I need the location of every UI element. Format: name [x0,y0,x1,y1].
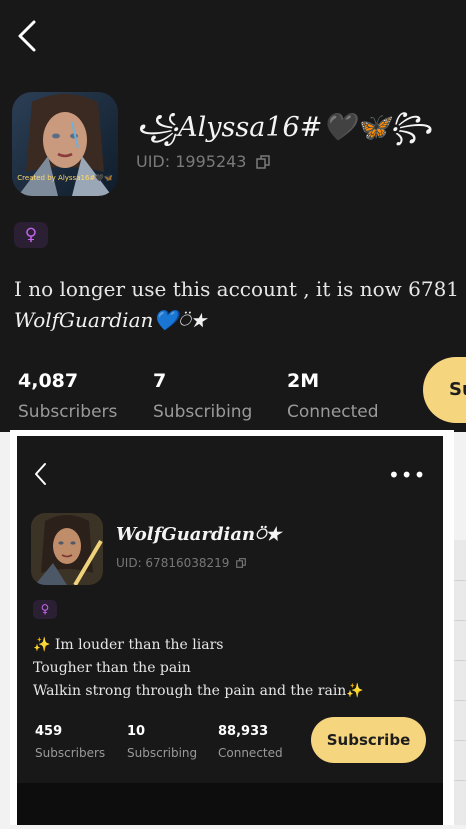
stat-value: 7 [153,370,167,392]
stat-label: Subscribers [35,746,106,760]
bio-line-3: Walkin strong through the pain and the r… [33,683,364,699]
background-panel [454,540,466,825]
stat-label: Subscribing [153,402,253,422]
stat-subscribing[interactable]: 7 Subscribing [153,370,252,422]
subscribe-button[interactable]: Su [423,357,466,423]
back-arrow-icon[interactable] [32,461,50,487]
user-id: UID: 67816038219 [116,556,247,571]
bio-line-2: Tougher than the pain [33,660,191,676]
stat-label: Connected [287,402,379,422]
bio-line-2: WolfGuardian💙⍥★ [14,308,207,332]
username: WolfGuardian⍥★ [116,524,281,545]
stat-value: 10 [127,724,146,739]
female-icon: ♀ [14,222,48,248]
bio-line-1: I no longer use this account , it is now… [14,277,460,301]
stat-subscribing[interactable]: 10 Subscribing [127,724,197,760]
copy-icon[interactable] [236,557,247,571]
bio-line-1: ✨ Im louder than the liars [33,637,224,653]
more-icon[interactable]: ••• [388,463,426,487]
avatar-caption: Created by Alyssa16#🖤🦋 [17,174,113,182]
stat-label: Subscribers [18,402,118,422]
avatar[interactable] [31,513,103,585]
user-id-text: UID: 67816038219 [116,556,230,570]
stat-label: Connected [218,746,283,760]
back-arrow-icon[interactable] [14,18,44,54]
user-id: UID: 1995243 [136,152,270,173]
stat-subscribers[interactable]: 459 Subscribers [35,724,105,760]
stat-subscribers[interactable]: 4,087 Subscribers [18,370,117,422]
main-profile-screen: Created by Alyssa16#🖤🦋 ꧁Alyssa16#🖤🦋꧂ UID… [0,0,466,432]
female-icon: ♀ [33,600,57,619]
stat-label: Subscribing [127,746,198,760]
stat-value: 88,933 [218,724,269,739]
stat-connected[interactable]: 2M Connected [287,370,379,422]
stat-value: 459 [35,724,63,739]
user-id-text: UID: 1995243 [136,152,247,171]
avatar[interactable]: Created by Alyssa16#🖤🦋 [12,92,118,196]
stat-value: 2M [287,370,320,392]
stat-value: 4,087 [18,370,79,392]
copy-icon[interactable] [255,154,270,173]
subscribe-button[interactable]: Subscribe [311,717,426,763]
inner-bottom-area [17,783,443,825]
stat-connected[interactable]: 88,933 Connected [218,724,283,760]
